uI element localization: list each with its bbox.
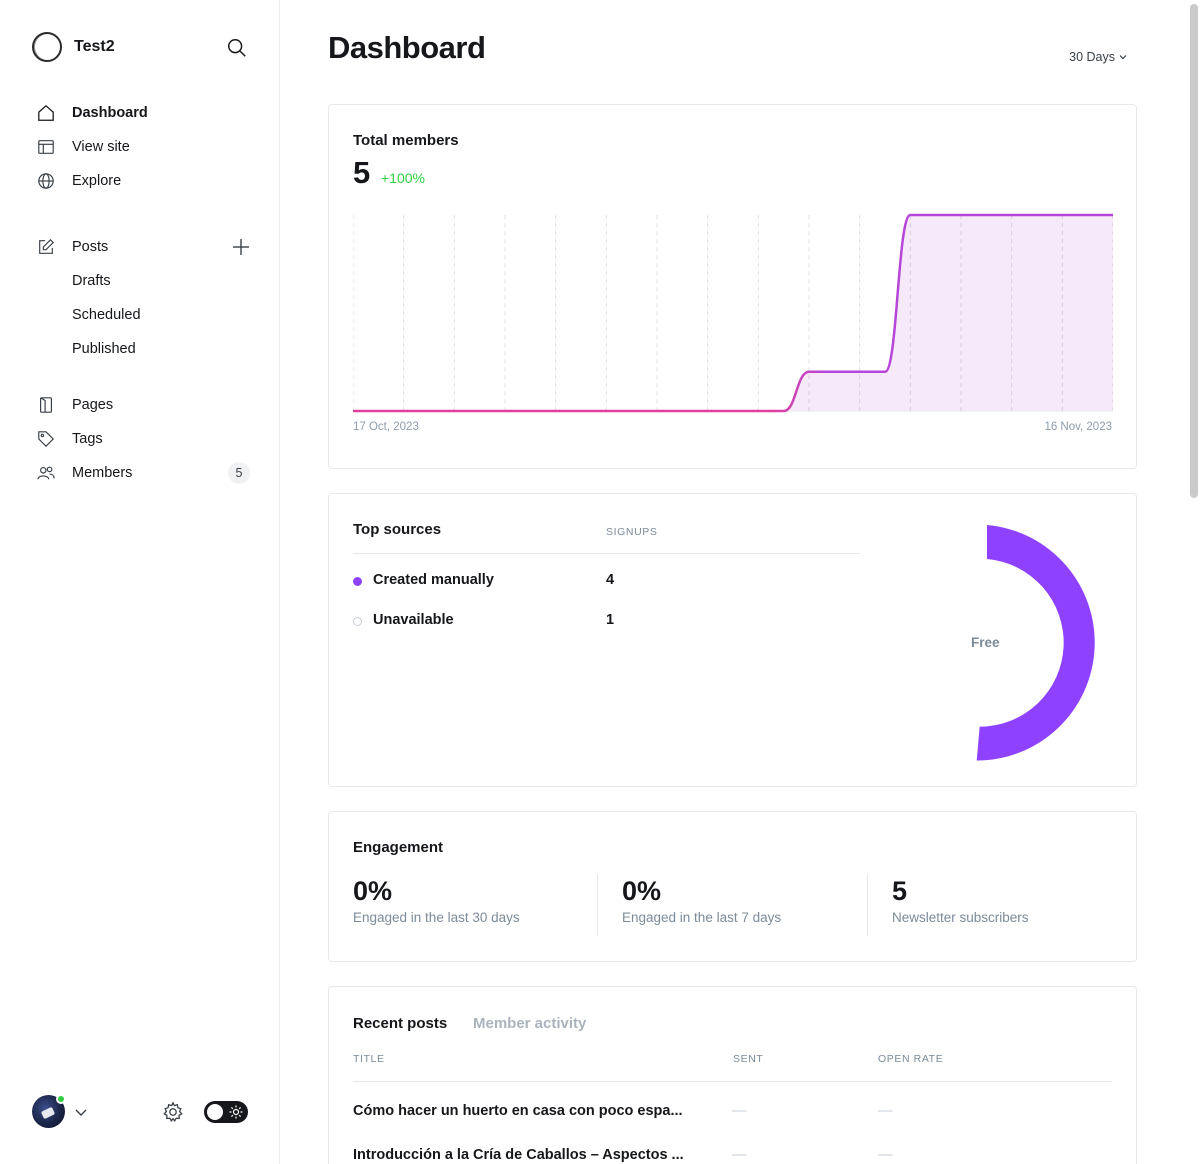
nav-label: Posts: [72, 239, 109, 255]
nav-item-dashboard[interactable]: Dashboard: [36, 96, 252, 130]
source-name: Unavailable: [373, 612, 454, 628]
source-color-dot: [353, 577, 362, 586]
metric-label: Engaged in the last 30 days: [353, 910, 520, 925]
period-label: 30 Days: [1069, 50, 1115, 64]
title-column-header: TITLE: [353, 1053, 385, 1065]
nav-item-pages[interactable]: Pages: [36, 388, 252, 422]
nav-label: Scheduled: [72, 307, 141, 323]
nav-label: Pages: [72, 397, 114, 413]
period-select[interactable]: 30 Days: [1069, 50, 1127, 64]
nav-label: Published: [72, 341, 136, 357]
metric-label: Engaged in the last 7 days: [622, 910, 782, 925]
layout-icon: [36, 137, 56, 157]
divider: [867, 874, 868, 936]
post-row[interactable]: Introducción a la Cría de Caballos – Asp…: [353, 1141, 1112, 1164]
post-sent: —: [732, 1147, 747, 1163]
source-signups: 4: [606, 572, 615, 588]
card-title: Top sources: [353, 521, 442, 538]
nav-label: Dashboard: [72, 105, 148, 121]
card-title: Engagement: [353, 839, 444, 856]
metric-label: Newsletter subscribers: [892, 910, 1029, 925]
sun-icon: [229, 1105, 243, 1119]
globe-icon: [36, 171, 56, 191]
nav-label: Drafts: [72, 273, 111, 289]
online-status-dot: [56, 1094, 66, 1104]
engagement-card: Engagement 0% Engaged in the last 30 day…: [328, 811, 1137, 962]
divider: [597, 874, 598, 936]
search-icon[interactable]: [226, 37, 248, 59]
nav-item-explore[interactable]: Explore: [36, 164, 252, 198]
scrollbar[interactable]: [1190, 4, 1198, 498]
nav-item-view-site[interactable]: View site: [36, 130, 252, 164]
nav-item-members[interactable]: Members 5: [36, 456, 252, 490]
members-area: [783, 215, 1113, 411]
post-title[interactable]: Introducción a la Cría de Caballos – Asp…: [353, 1147, 703, 1163]
open-rate-column-header: OPEN RATE: [878, 1053, 944, 1065]
post-open-rate: —: [878, 1103, 893, 1119]
members-icon: [36, 463, 56, 483]
home-icon: [36, 103, 56, 123]
total-members-card: Total members 5 +100% 17 Oct, 2023 16 No…: [328, 104, 1137, 469]
nav-label: Members: [72, 465, 133, 481]
donut-label: Free: [971, 635, 1000, 650]
members-count-badge: 5: [228, 462, 250, 484]
metric-value: 0%: [622, 876, 662, 906]
engagement-metric: 5 Newsletter subscribers: [892, 872, 1137, 936]
engagement-metric: 0% Engaged in the last 7 days: [622, 872, 867, 936]
top-sources-card: Top sources SIGNUPS Created manually 4 U…: [328, 493, 1137, 787]
toggle-knob: [207, 1104, 223, 1120]
post-open-rate: —: [878, 1147, 893, 1163]
nav-label: Tags: [72, 431, 103, 447]
source-color-dot: [353, 617, 362, 626]
source-signups: 1: [606, 612, 615, 628]
page-title: Dashboard: [328, 30, 486, 65]
card-title: Total members: [353, 132, 459, 149]
nav-item-drafts[interactable]: Drafts: [36, 264, 252, 298]
source-row: Unavailable 1: [353, 609, 860, 633]
divider: [353, 1081, 1112, 1082]
brand[interactable]: Test2: [32, 32, 115, 62]
site-name: Test2: [74, 38, 115, 55]
members-chart: [353, 213, 1113, 413]
metric-value: 0%: [353, 876, 393, 906]
sent-column-header: SENT: [733, 1053, 764, 1065]
gear-icon[interactable]: [162, 1101, 184, 1123]
post-row[interactable]: Cómo hacer un huerto en casa con poco es…: [353, 1097, 1112, 1127]
site-logo: [32, 32, 62, 62]
members-change: +100%: [381, 170, 425, 186]
x-axis-start-label: 17 Oct, 2023: [353, 421, 419, 433]
post-title[interactable]: Cómo hacer un huerto en casa con poco es…: [353, 1103, 703, 1119]
nav-label: Explore: [72, 173, 122, 189]
chevron-down-icon[interactable]: [74, 1105, 88, 1119]
metric-value: 5: [892, 876, 908, 906]
content-nav: Pages Tags Members 5: [36, 388, 252, 490]
engagement-metric: 0% Engaged in the last 30 days: [353, 872, 598, 936]
theme-toggle[interactable]: [204, 1101, 248, 1123]
nav-item-tags[interactable]: Tags: [36, 422, 252, 456]
nav-item-published[interactable]: Published: [36, 332, 252, 366]
nav-item-scheduled[interactable]: Scheduled: [36, 298, 252, 332]
source-name: Created manually: [373, 572, 494, 588]
add-post-icon[interactable]: [232, 238, 250, 256]
sidebar-footer: [32, 1094, 248, 1129]
x-axis-end-label: 16 Nov, 2023: [1044, 421, 1112, 433]
recent-posts-card: Recent posts Member activity TITLE SENT …: [328, 986, 1137, 1164]
signups-column-header: SIGNUPS: [606, 526, 658, 538]
post-sent: —: [732, 1103, 747, 1119]
nav-item-posts[interactable]: Posts: [36, 230, 252, 264]
tab-recent-posts[interactable]: Recent posts: [353, 1015, 447, 1032]
page-icon: [36, 395, 56, 415]
primary-nav: Dashboard View site Explore: [36, 96, 252, 198]
source-row: Created manually 4: [353, 569, 860, 593]
posts-nav: Posts Drafts Scheduled Published: [36, 230, 252, 366]
chevron-down-icon: [1119, 55, 1127, 60]
tag-icon: [36, 429, 56, 449]
sidebar: Test2 Dashboard View site Explore Posts …: [0, 0, 280, 1164]
tab-member-activity[interactable]: Member activity: [473, 1015, 586, 1032]
nav-label: View site: [72, 139, 130, 155]
edit-icon: [36, 237, 56, 257]
divider: [353, 553, 860, 554]
members-value: 5: [353, 155, 371, 190]
